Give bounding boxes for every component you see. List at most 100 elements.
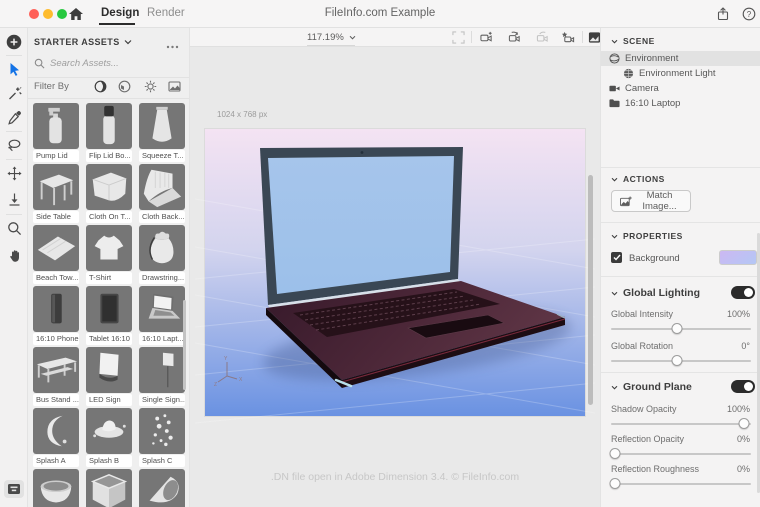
asset-card-splash-c[interactable]: Splash C xyxy=(139,408,185,467)
asset-card-pump-lid[interactable]: Pump Lid xyxy=(33,103,79,162)
actions-section-header[interactable]: ACTIONS xyxy=(611,173,665,185)
shadow-opacity-slider[interactable] xyxy=(611,418,751,430)
lasso-tool-icon[interactable] xyxy=(5,136,23,154)
select-tool-icon[interactable] xyxy=(5,60,23,78)
asset-card-cloth-backdrop[interactable]: Cloth Back... xyxy=(139,164,185,223)
divider xyxy=(6,159,22,160)
pan-hand-tool-icon[interactable] xyxy=(5,246,23,264)
asset-card-side-table[interactable]: Side Table xyxy=(33,164,79,223)
asset-card-tablet[interactable]: Tablet 16:10 xyxy=(86,286,132,345)
search-assets-input[interactable] xyxy=(50,58,170,69)
next-camera-bookmark-icon[interactable] xyxy=(536,31,549,44)
asset-card-cloth-on-table[interactable]: Cloth On T... xyxy=(86,164,132,223)
asset-card-splash-a[interactable]: Splash A xyxy=(33,408,79,467)
reflection-roughness-slider[interactable] xyxy=(609,478,751,490)
slider-knob[interactable] xyxy=(671,323,683,334)
share-icon[interactable] xyxy=(716,7,730,21)
asset-thumb xyxy=(139,469,185,507)
asset-card-bus-stand[interactable]: Bus Stand ... xyxy=(33,347,79,406)
fullscreen-window-button[interactable] xyxy=(57,9,67,19)
zoom-level-dropdown[interactable]: 117.19% xyxy=(307,28,356,46)
global-intensity-slider[interactable] xyxy=(611,323,751,335)
canvas-scrollbar[interactable] xyxy=(588,175,593,405)
asset-card-laptop[interactable]: 16:10 Lapt... xyxy=(139,286,185,345)
asset-card-phone[interactable]: 16:10 Phone xyxy=(33,286,79,345)
scene-section-header[interactable]: SCENE xyxy=(611,35,655,47)
chevron-down-icon xyxy=(611,39,618,44)
background-color-swatch[interactable] xyxy=(719,250,757,265)
slider-knob[interactable] xyxy=(738,418,750,429)
asset-card-splash-b[interactable]: Splash B xyxy=(86,408,132,467)
asset-card-open-cube[interactable] xyxy=(86,469,132,507)
help-icon[interactable]: ? xyxy=(742,7,756,21)
asset-thumb xyxy=(33,286,79,332)
images-filter-icon[interactable] xyxy=(168,80,181,93)
global-lighting-header[interactable]: Global Lighting xyxy=(611,286,700,300)
reflection-opacity-slider[interactable] xyxy=(609,448,751,460)
scene-item-laptop-group[interactable]: 16:10 Laptop xyxy=(601,96,760,111)
starter-assets-header[interactable]: STARTER ASSETS xyxy=(34,34,132,50)
environment-light-icon xyxy=(623,68,634,79)
chevron-down-icon xyxy=(611,385,618,390)
asset-card-cone[interactable] xyxy=(139,469,185,507)
asset-card-led-sign[interactable]: LED Sign xyxy=(86,347,132,406)
scene-item-camera[interactable]: Camera xyxy=(601,81,760,96)
asset-card-single-sign[interactable]: Single Sign... xyxy=(139,347,185,406)
minimize-window-button[interactable] xyxy=(43,9,53,19)
asset-card-beach-towel[interactable]: Beach Tow... xyxy=(33,225,79,284)
asset-card-drawstring-bag[interactable]: Drawstring... xyxy=(139,225,185,284)
library-panel-toggle[interactable] xyxy=(4,480,24,498)
scene-section-title: SCENE xyxy=(623,36,655,46)
slider-knob[interactable] xyxy=(609,448,621,459)
models-filter-icon[interactable] xyxy=(94,80,107,93)
camera-icon xyxy=(609,83,620,94)
scene-item-environment-light[interactable]: Environment Light xyxy=(601,66,760,81)
asset-label: Cloth Back... xyxy=(139,211,185,223)
background-checkbox[interactable] xyxy=(611,252,622,263)
global-rotation-label: Global Rotation xyxy=(611,341,674,351)
add-camera-bookmark-icon[interactable] xyxy=(480,31,493,44)
sampler-eyedropper-icon[interactable] xyxy=(5,108,23,126)
tab-render[interactable]: Render xyxy=(147,0,185,27)
global-lighting-toggle[interactable] xyxy=(731,286,755,299)
svg-text:?: ? xyxy=(747,10,752,19)
global-rotation-slider[interactable] xyxy=(611,355,751,367)
home-icon[interactable] xyxy=(68,7,84,21)
slider-knob[interactable] xyxy=(671,355,683,366)
panel-more-menu-icon[interactable] xyxy=(166,36,179,54)
slider-knob[interactable] xyxy=(609,478,621,489)
zoom-tool-icon[interactable] xyxy=(5,219,23,237)
asset-card-tshirt[interactable]: T-Shirt xyxy=(86,225,132,284)
move-tool-icon[interactable] xyxy=(5,164,23,182)
prev-camera-bookmark-icon[interactable] xyxy=(508,31,521,44)
ground-plane-header[interactable]: Ground Plane xyxy=(611,380,692,394)
lights-filter-icon[interactable] xyxy=(144,80,157,93)
asset-thumb xyxy=(33,225,79,271)
add-content-icon[interactable] xyxy=(5,33,23,51)
materials-filter-icon[interactable] xyxy=(118,80,131,93)
shadow-opacity-value: 100% xyxy=(726,404,750,414)
asset-thumb xyxy=(139,408,185,454)
asset-card-squeeze-tube[interactable]: Squeeze T... xyxy=(139,103,185,162)
tab-design[interactable]: Design xyxy=(99,0,139,27)
slider-track xyxy=(611,483,751,485)
asset-thumb xyxy=(139,103,185,149)
asset-card-bowl[interactable] xyxy=(33,469,79,507)
close-window-button[interactable] xyxy=(29,9,39,19)
camera-bookmarks-icon[interactable] xyxy=(561,31,575,44)
assets-scrollbar[interactable] xyxy=(183,300,186,390)
canvas-viewport[interactable]: Y Z X xyxy=(194,129,596,424)
asset-thumb xyxy=(33,103,79,149)
frame-all-icon[interactable] xyxy=(452,31,465,44)
properties-section-header[interactable]: PROPERTIES xyxy=(611,230,683,242)
magic-wand-icon[interactable] xyxy=(5,84,23,102)
match-image-label: Match Image... xyxy=(642,190,677,212)
ground-plane-toggle[interactable] xyxy=(731,380,755,393)
divider xyxy=(6,131,22,132)
match-image-button[interactable]: Match Image... xyxy=(611,190,691,212)
starter-assets-title: STARTER ASSETS xyxy=(34,37,120,47)
canvas-size-label: 1024 x 768 px xyxy=(217,110,268,119)
asset-card-flip-lid[interactable]: Flip Lid Bo... xyxy=(86,103,132,162)
push-pull-tool-icon[interactable] xyxy=(5,190,23,208)
scene-item-environment[interactable]: Environment xyxy=(601,51,760,66)
